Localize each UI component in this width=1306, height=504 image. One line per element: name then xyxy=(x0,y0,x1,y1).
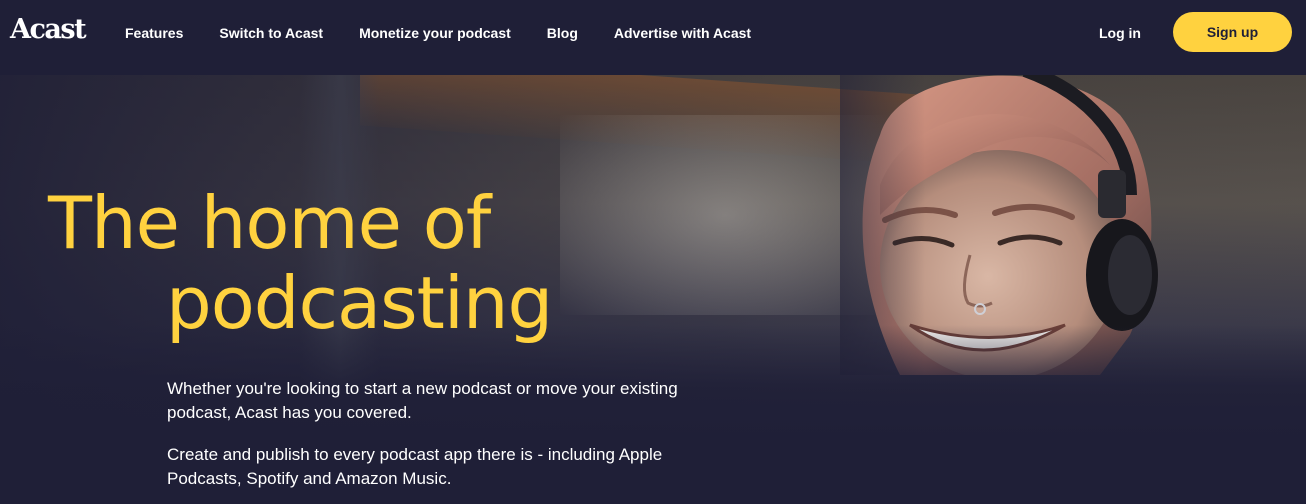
login-link[interactable]: Log in xyxy=(1099,25,1141,41)
acast-logo[interactable]: Acast xyxy=(10,14,87,45)
nav-item-blog[interactable]: Blog xyxy=(547,25,578,41)
headline-line-2: podcasting xyxy=(166,261,553,345)
nav-item-features[interactable]: Features xyxy=(125,25,183,41)
nav-item-monetize[interactable]: Monetize your podcast xyxy=(359,25,511,41)
signup-button[interactable]: Sign up xyxy=(1173,12,1292,52)
main-nav: Features Switch to Acast Monetize your p… xyxy=(125,25,751,41)
nav-item-advertise[interactable]: Advertise with Acast xyxy=(614,25,751,41)
hero-section: The home of podcasting Whether you're lo… xyxy=(0,75,1306,504)
hero-description: Whether you're looking to start a new po… xyxy=(167,377,687,504)
hero-headline: The home of podcasting xyxy=(48,181,553,345)
headline-line-1: The home of xyxy=(48,181,491,265)
nav-item-switch-to-acast[interactable]: Switch to Acast xyxy=(219,25,323,41)
top-navbar: Acast Features Switch to Acast Monetize … xyxy=(0,0,1306,75)
hero-paragraph-2: Create and publish to every podcast app … xyxy=(167,445,663,488)
hero-paragraph-1: Whether you're looking to start a new po… xyxy=(167,379,678,422)
